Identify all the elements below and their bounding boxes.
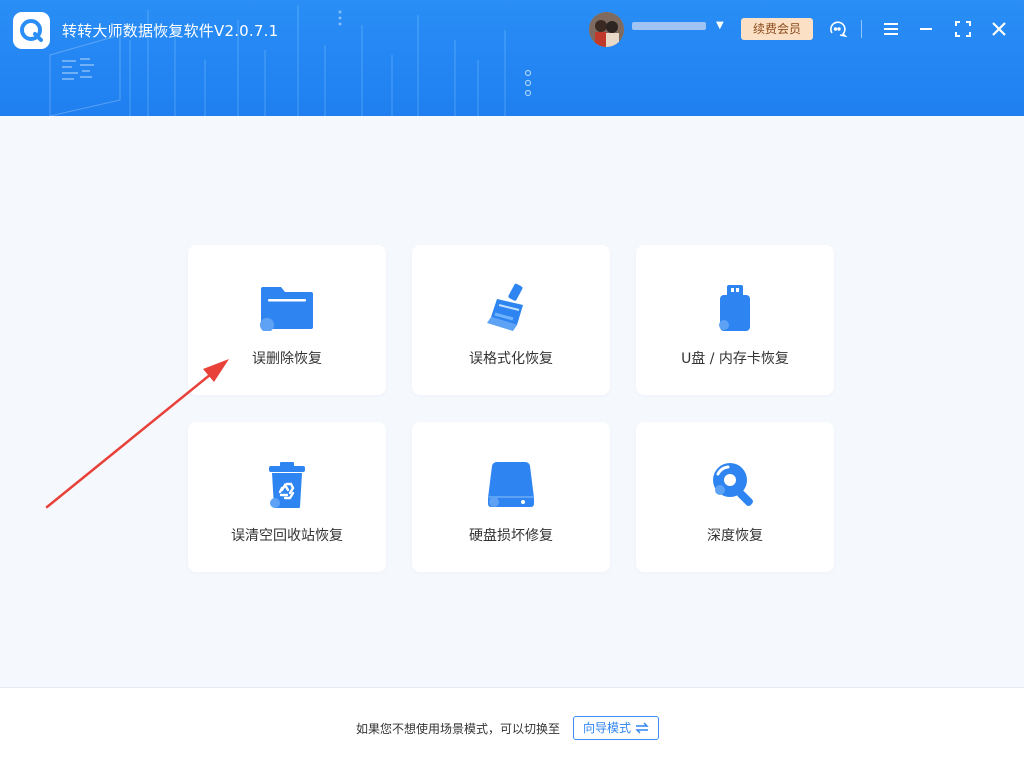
close-icon[interactable] [987,17,1011,41]
app-title: 转转大师数据恢复软件V2.0.7.1 [62,22,279,40]
card-deleted-recovery[interactable]: 误删除恢复 [188,245,386,395]
card-recycle-bin-recovery[interactable]: 误清空回收站恢复 [188,422,386,572]
avatar-icon [589,12,624,47]
deep-scan-icon [705,460,765,510]
folder-icon [257,283,317,333]
user-dropdown-icon[interactable]: ▼ [716,18,724,34]
switch-arrows-icon [635,722,649,734]
usb-drive-icon [705,283,765,333]
maximize-icon[interactable] [951,17,975,41]
card-deep-recovery[interactable]: 深度恢复 [636,422,834,572]
card-label: 误格式化恢复 [469,351,553,367]
card-format-recovery[interactable]: 误格式化恢复 [412,245,610,395]
renew-membership-button[interactable]: 续费会员 [741,18,813,40]
card-usb-recovery[interactable]: U盘 / 内存卡恢复 [636,245,834,395]
footer: 如果您不想使用场景模式，可以切换至 向导模式 [0,687,1024,769]
hard-disk-icon [481,460,541,510]
card-label: 误删除恢复 [252,351,322,367]
support-icon[interactable] [826,17,850,41]
recycle-bin-icon [257,460,317,510]
card-disk-repair[interactable]: 硬盘损坏修复 [412,422,610,572]
broom-icon [481,283,541,333]
footer-text: 如果您不想使用场景模式，可以切换至 [356,722,561,736]
header-decoration [49,5,532,116]
title-bar: 转转大师数据恢复软件V2.0.7.1 ▼ 续费会员 [0,0,1024,116]
card-label: 误清空回收站恢复 [231,528,343,544]
guide-mode-button[interactable]: 向导模式 [573,716,659,740]
minimize-icon[interactable] [914,17,938,41]
username-redacted[interactable] [632,22,706,30]
guide-mode-label: 向导模式 [582,721,631,735]
avatar[interactable] [589,12,624,47]
header-divider [861,20,862,38]
card-label: 硬盘损坏修复 [469,528,553,544]
card-label: U盘 / 内存卡恢复 [681,351,789,367]
app-logo [13,12,50,49]
menu-icon[interactable] [879,17,903,41]
card-label: 深度恢复 [707,528,763,544]
logo-icon [19,18,43,42]
